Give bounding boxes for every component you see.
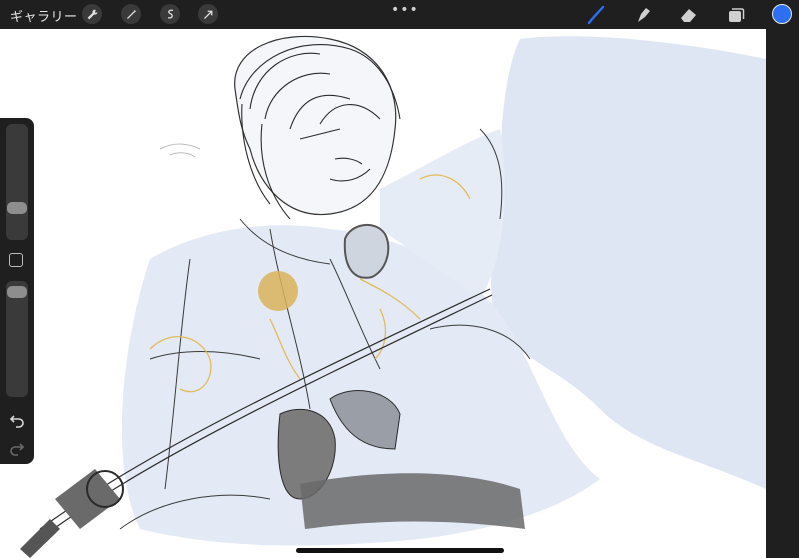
gallery-button[interactable]: ギャラリー xyxy=(10,6,78,25)
more-options[interactable]: ••• xyxy=(391,2,419,18)
transform-arrow-icon xyxy=(203,10,212,19)
top-toolbar: ギャラリー ••• xyxy=(0,0,799,29)
brush-opacity-slider[interactable] xyxy=(6,281,28,397)
right-panel-strip xyxy=(766,29,799,558)
home-indicator xyxy=(296,548,504,553)
eraser-icon[interactable] xyxy=(678,4,700,26)
selection-icon xyxy=(167,9,173,19)
brush-size-slider[interactable] xyxy=(6,124,28,240)
brush-size-thumb[interactable] xyxy=(7,202,27,214)
brush-opacity-thumb[interactable] xyxy=(7,286,27,298)
actions-button[interactable] xyxy=(82,4,102,24)
sketch-artwork xyxy=(20,35,766,558)
selection-button[interactable] xyxy=(160,4,180,24)
drawing-canvas[interactable] xyxy=(0,29,766,558)
redo-icon[interactable] xyxy=(9,440,25,456)
left-sidebar xyxy=(0,118,34,464)
color-picker-button[interactable] xyxy=(772,4,792,24)
modify-button[interactable] xyxy=(9,253,23,267)
wrench-icon xyxy=(87,9,97,19)
undo-icon[interactable] xyxy=(9,412,25,428)
brush-icon[interactable] xyxy=(585,4,607,26)
magic-wand-icon xyxy=(126,9,136,19)
transform-button[interactable] xyxy=(198,4,218,24)
layers-icon[interactable] xyxy=(725,4,747,26)
smudge-icon[interactable] xyxy=(632,4,654,26)
adjustments-button[interactable] xyxy=(121,4,141,24)
